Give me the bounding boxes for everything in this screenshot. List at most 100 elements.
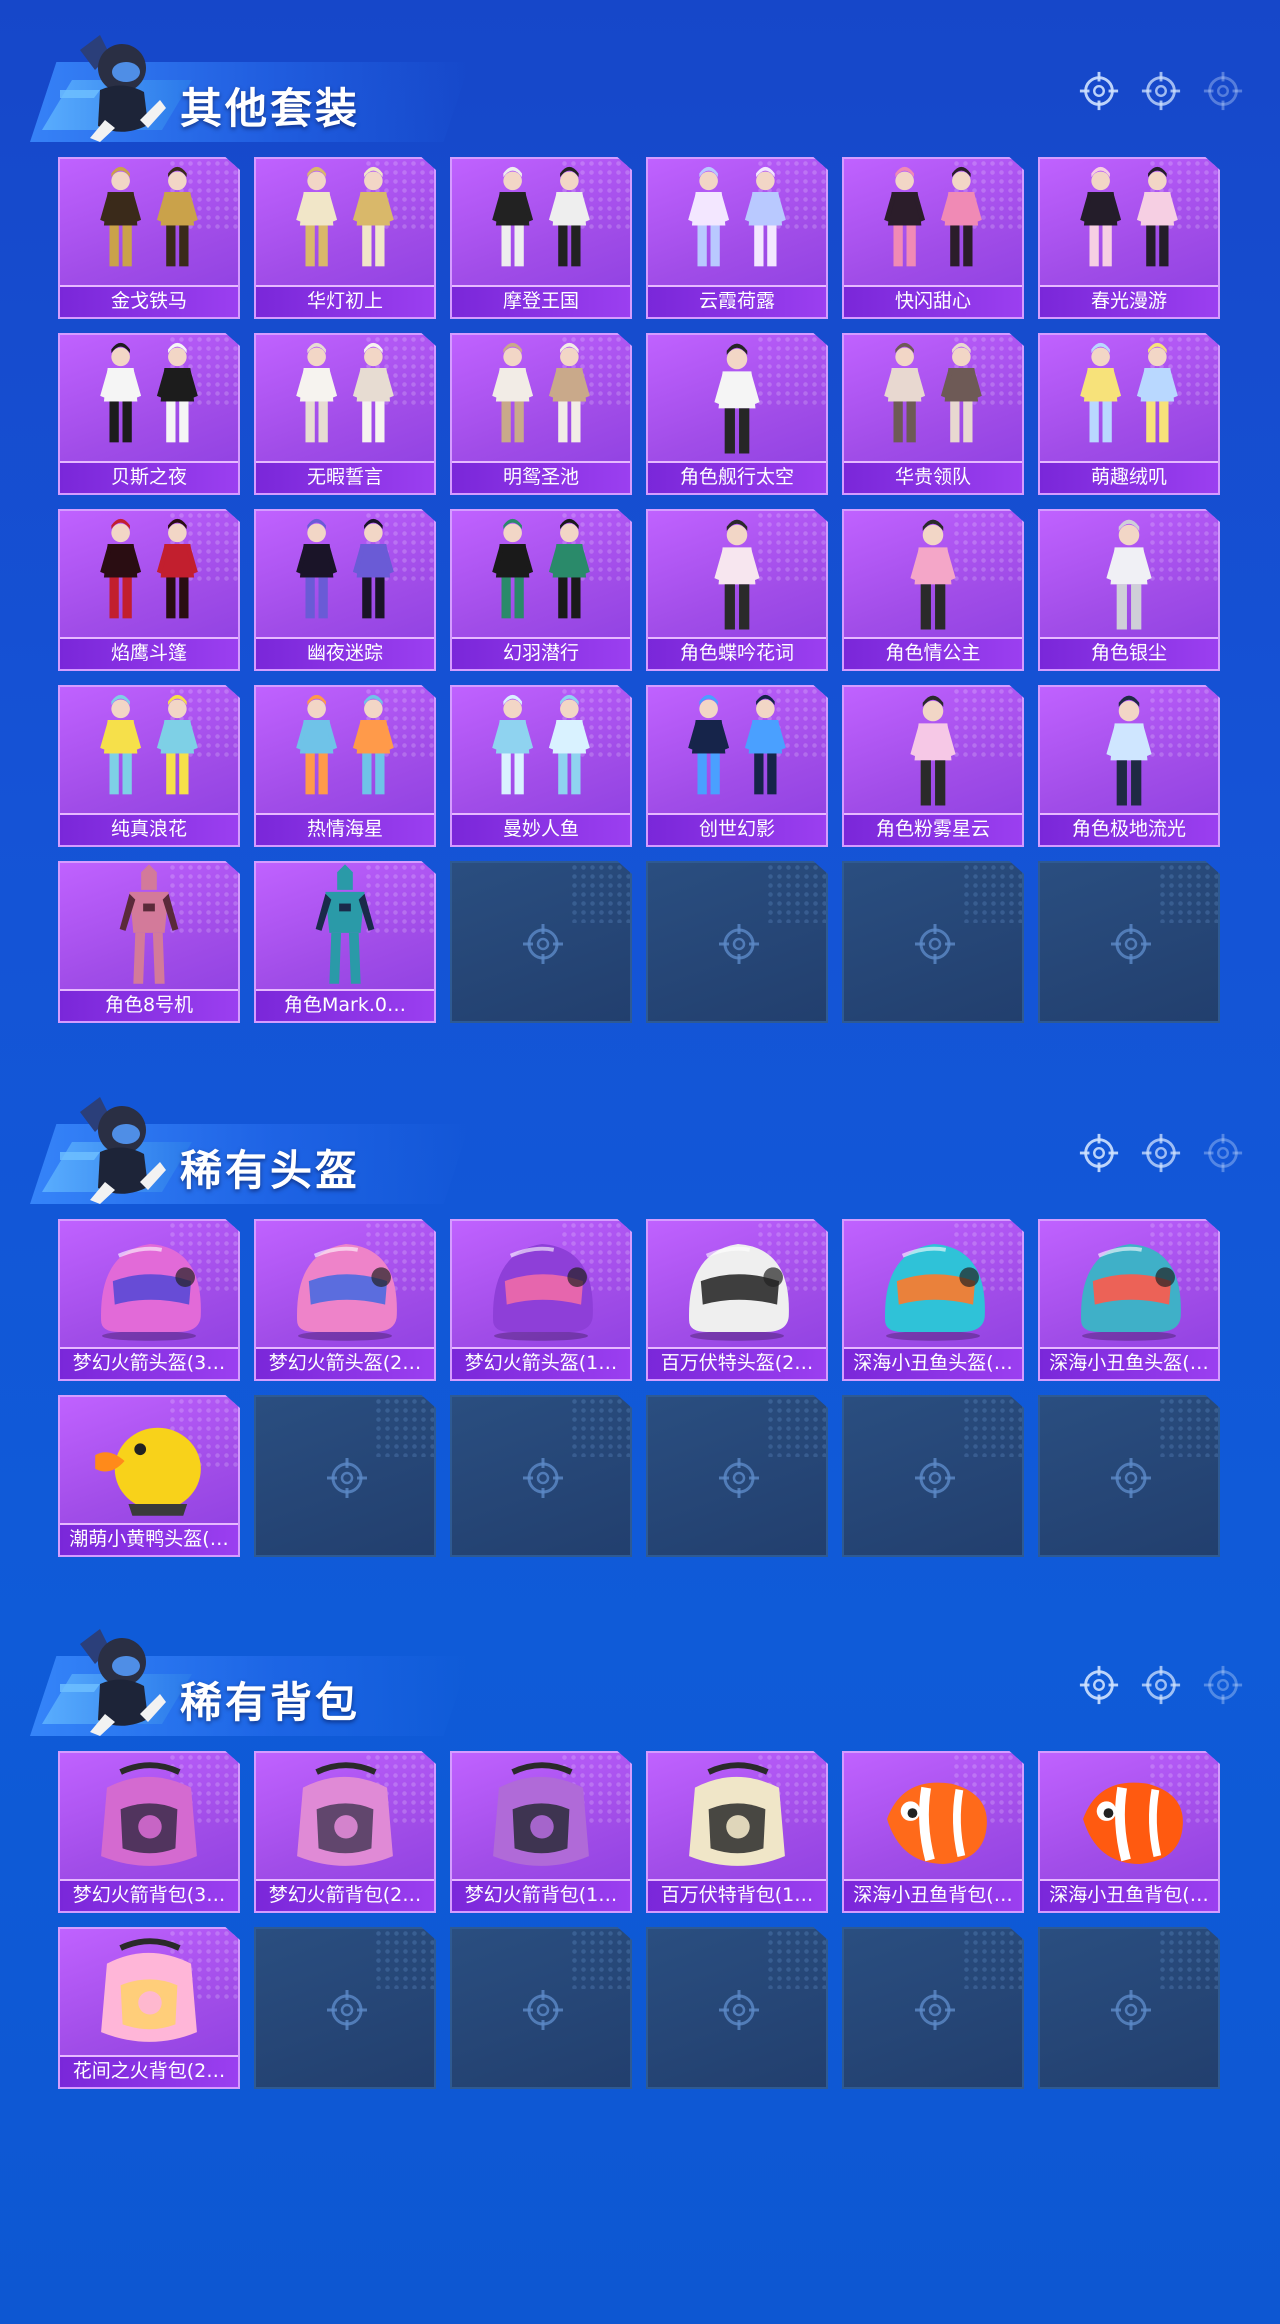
- item-card[interactable]: 创世幻影: [646, 685, 828, 847]
- crosshair-icon: [913, 1456, 957, 1500]
- empty-slot: [842, 861, 1024, 1023]
- item-label: 贝斯之夜: [110, 466, 187, 488]
- item-card[interactable]: 角色情公主: [842, 509, 1024, 671]
- item-card[interactable]: 百万伏特头盔(2…: [646, 1219, 828, 1381]
- character-icon: [1040, 687, 1218, 817]
- crosshair-icon: [1109, 1456, 1153, 1500]
- item-card[interactable]: 热情海星: [254, 685, 436, 847]
- item-label: 潮萌小黄鸭头盔(…: [69, 1528, 229, 1550]
- item-card[interactable]: 深海小丑鱼头盔(…: [1038, 1219, 1220, 1381]
- fish-icon: [1040, 1753, 1218, 1883]
- item-card[interactable]: 春光漫游: [1038, 157, 1220, 319]
- item-card[interactable]: 梦幻火箭头盔(1…: [450, 1219, 632, 1381]
- item-card[interactable]: 角色极地流光: [1038, 685, 1220, 847]
- header-decor: [1078, 70, 1244, 112]
- item-label: 华灯初上: [306, 290, 383, 312]
- backpack-icon: [60, 1929, 238, 2059]
- mascot-icon: [60, 1624, 170, 1739]
- item-card[interactable]: 曼妙人鱼: [450, 685, 632, 847]
- item-label: 梦幻火箭头盔(3…: [72, 1352, 226, 1374]
- backpack-icon: [256, 1753, 434, 1883]
- item-label: 深海小丑鱼头盔(…: [1049, 1352, 1209, 1374]
- item-card[interactable]: 角色蝶吟花词: [646, 509, 828, 671]
- item-label: 花间之火背包(2…: [72, 2060, 226, 2082]
- item-card[interactable]: 百万伏特背包(1…: [646, 1751, 828, 1913]
- item-card[interactable]: 角色舰行太空: [646, 333, 828, 495]
- item-card[interactable]: 梦幻火箭头盔(2…: [254, 1219, 436, 1381]
- item-label: 深海小丑鱼头盔(…: [853, 1352, 1013, 1374]
- item-card[interactable]: 角色Mark.0…: [254, 861, 436, 1023]
- outfit-pair-icon: [452, 335, 630, 465]
- item-card[interactable]: 梦幻火箭背包(1…: [450, 1751, 632, 1913]
- item-card[interactable]: 梦幻火箭背包(2…: [254, 1751, 436, 1913]
- item-card[interactable]: 深海小丑鱼背包(…: [1038, 1751, 1220, 1913]
- item-card[interactable]: 华灯初上: [254, 157, 436, 319]
- item-label: 明鸳圣池: [502, 466, 579, 488]
- item-card[interactable]: 深海小丑鱼背包(…: [842, 1751, 1024, 1913]
- item-card[interactable]: 贝斯之夜: [58, 333, 240, 495]
- outfit-pair-icon: [1040, 335, 1218, 465]
- outfit-pair-icon: [256, 335, 434, 465]
- item-label: 角色极地流光: [1071, 818, 1186, 840]
- item-card[interactable]: 快闪甜心: [842, 157, 1024, 319]
- item-card[interactable]: 明鸳圣池: [450, 333, 632, 495]
- outfit-pair-icon: [648, 687, 826, 817]
- section-3: 稀有背包 梦幻火箭背包(3… 梦幻火箭背包(2… 梦幻火箭背包(1… 百万伏特背包(1……: [0, 1624, 1280, 2103]
- item-label: 焰鹰斗篷: [110, 642, 187, 664]
- item-label: 角色Mark.0…: [284, 994, 406, 1016]
- outfit-pair-icon: [452, 159, 630, 289]
- crosshair-icon: [717, 922, 761, 966]
- crosshair-icon: [1078, 70, 1120, 112]
- item-card[interactable]: 角色银尘: [1038, 509, 1220, 671]
- item-card[interactable]: 无暇誓言: [254, 333, 436, 495]
- crosshair-icon: [1078, 1132, 1120, 1174]
- empty-slot: [254, 1927, 436, 2089]
- outfit-pair-icon: [60, 511, 238, 641]
- section-title: 稀有头盔: [180, 1146, 361, 1195]
- item-card[interactable]: 潮萌小黄鸭头盔(…: [58, 1395, 240, 1557]
- item-label: 纯真浪花: [110, 818, 187, 840]
- item-card[interactable]: 幽夜迷踪: [254, 509, 436, 671]
- item-card[interactable]: 金戈铁马: [58, 157, 240, 319]
- mascot-icon: [60, 30, 170, 145]
- empty-slot: [450, 861, 632, 1023]
- item-label: 摩登王国: [502, 290, 579, 312]
- helmet-icon: [452, 1221, 630, 1351]
- item-card[interactable]: 角色粉雾星云: [842, 685, 1024, 847]
- backpack-icon: [60, 1753, 238, 1883]
- fish-icon: [844, 1753, 1022, 1883]
- header-decor: [1078, 1664, 1244, 1706]
- item-card[interactable]: 焰鹰斗篷: [58, 509, 240, 671]
- empty-slot: [842, 1927, 1024, 2089]
- outfit-pair-icon: [648, 159, 826, 289]
- item-label: 梦幻火箭背包(2…: [268, 1884, 422, 1906]
- item-card[interactable]: 摩登王国: [450, 157, 632, 319]
- item-card[interactable]: 角色8号机: [58, 861, 240, 1023]
- item-label: 华贵领队: [894, 466, 971, 488]
- item-card[interactable]: 华贵领队: [842, 333, 1024, 495]
- item-card[interactable]: 云霞荷露: [646, 157, 828, 319]
- item-card[interactable]: 纯真浪花: [58, 685, 240, 847]
- empty-slot: [254, 1395, 436, 1557]
- item-card[interactable]: 深海小丑鱼头盔(…: [842, 1219, 1024, 1381]
- item-label: 角色8号机: [104, 994, 194, 1016]
- outfit-pair-icon: [256, 687, 434, 817]
- item-label: 角色情公主: [885, 642, 981, 664]
- crosshair-icon: [521, 922, 565, 966]
- item-card[interactable]: 萌趣绒叽: [1038, 333, 1220, 495]
- item-label: 幽夜迷踪: [306, 642, 383, 664]
- item-card[interactable]: 幻羽潜行: [450, 509, 632, 671]
- empty-slot: [1038, 861, 1220, 1023]
- section-title: 其他套装: [180, 84, 361, 133]
- item-label: 热情海星: [306, 818, 383, 840]
- item-card[interactable]: 花间之火背包(2…: [58, 1927, 240, 2089]
- crosshair-icon: [1109, 922, 1153, 966]
- item-label: 角色粉雾星云: [875, 818, 990, 840]
- crosshair-icon: [1202, 1664, 1244, 1706]
- crosshair-icon: [325, 1456, 369, 1500]
- crosshair-icon: [717, 1456, 761, 1500]
- item-card[interactable]: 梦幻火箭背包(3…: [58, 1751, 240, 1913]
- item-card[interactable]: 梦幻火箭头盔(3…: [58, 1219, 240, 1381]
- item-label: 角色蝶吟花词: [679, 642, 794, 664]
- helmet-icon: [844, 1221, 1022, 1351]
